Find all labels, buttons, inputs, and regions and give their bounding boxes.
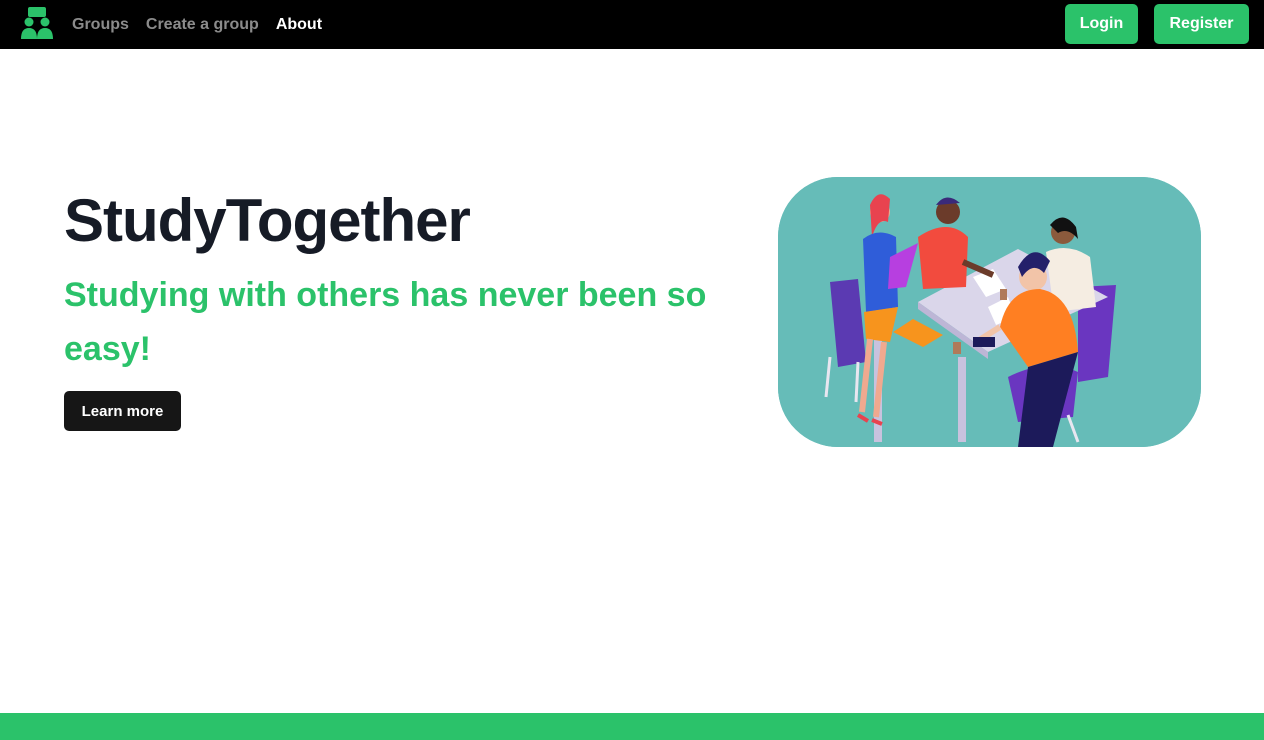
learn-more-button[interactable]: Learn more [64, 391, 181, 431]
hero-illustration [778, 177, 1201, 447]
navbar: Groups Create a group About Login Regist… [0, 0, 1264, 49]
people-studying-at-table-illustration [778, 177, 1201, 447]
nav-link-create-group[interactable]: Create a group [146, 16, 259, 34]
nav-link-about[interactable]: About [276, 16, 322, 34]
footer-bar [0, 713, 1264, 740]
register-button[interactable]: Register [1154, 4, 1249, 44]
hero-title: StudyTogether [64, 187, 471, 254]
hero-subtitle: Studying with others has never been so e… [64, 276, 707, 368]
group-people-icon[interactable] [18, 5, 56, 41]
login-button[interactable]: Login [1065, 4, 1138, 44]
nav-links: Groups Create a group About [72, 0, 322, 49]
nav-link-groups[interactable]: Groups [72, 16, 129, 34]
